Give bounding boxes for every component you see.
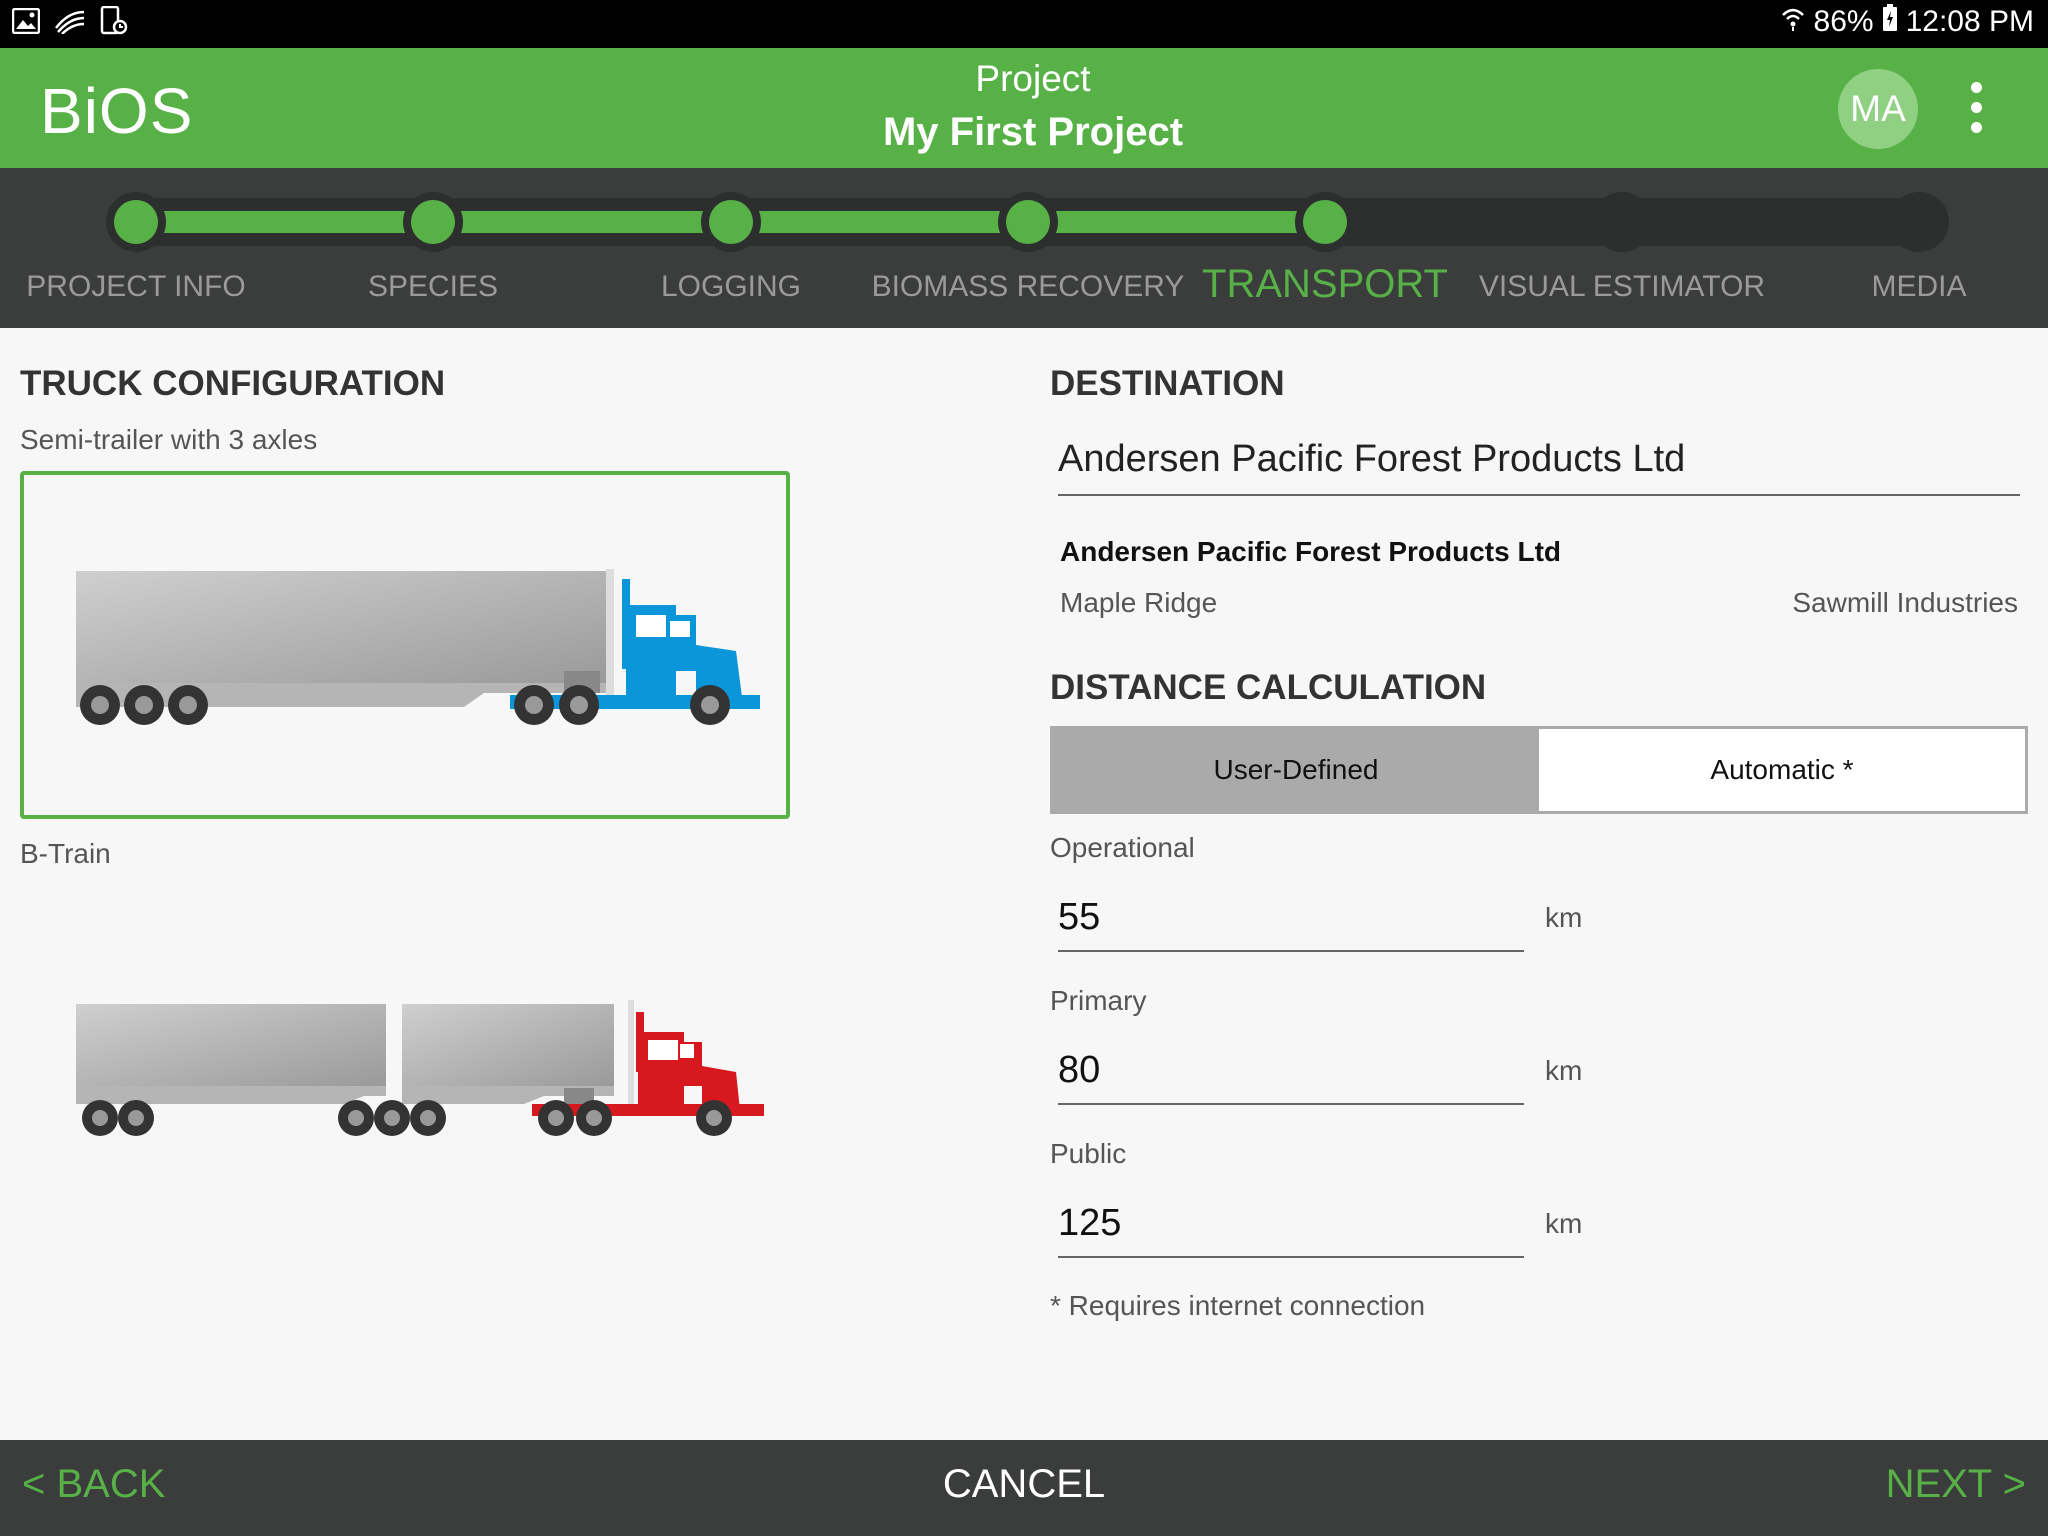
- primary-unit: km: [1545, 1055, 1583, 1086]
- truck-config-title: TRUCK CONFIGURATION: [20, 364, 446, 403]
- screen-record-icon: [100, 5, 128, 41]
- step-dot-biomass-recovery: [998, 192, 1058, 252]
- public-distance-input[interactable]: 125: [1058, 1202, 1524, 1258]
- truck-option-label-semi: Semi-trailer with 3 axles: [20, 424, 318, 455]
- public-unit: km: [1545, 1208, 1583, 1239]
- step-visual-estimator[interactable]: VISUAL ESTIMATOR: [1479, 270, 1765, 304]
- step-dot-logging: [701, 192, 761, 252]
- operational-unit: km: [1545, 902, 1583, 933]
- app-bar: BiOS Project My First Project MA: [0, 48, 2048, 168]
- battery-icon: [1882, 4, 1898, 40]
- battery-percent: 86%: [1813, 5, 1874, 38]
- avatar[interactable]: MA: [1838, 69, 1918, 149]
- step-dot-project-info: [106, 192, 166, 252]
- stepper-track: [106, 192, 1949, 252]
- distance-calc-title: DISTANCE CALCULATION: [1050, 668, 1487, 707]
- destination-result-type: Sawmill Industries: [1792, 587, 2018, 618]
- internet-note: * Requires internet connection: [1050, 1290, 1426, 1321]
- status-bar: 86% 12:08 PM: [0, 0, 2048, 48]
- main-content: TRUCK CONFIGURATION Semi-trailer with 3 …: [0, 328, 2048, 1440]
- clock: 12:08 PM: [1905, 5, 2034, 38]
- operational-label: Operational: [1050, 832, 1195, 863]
- b-train-truck-icon: [76, 1000, 764, 1136]
- more-vert-icon[interactable]: [1962, 80, 1990, 136]
- destination-input[interactable]: Andersen Pacific Forest Products Ltd: [1058, 438, 2020, 496]
- distance-mode-toggle: User-Defined Automatic *: [1050, 726, 2028, 814]
- step-media[interactable]: MEDIA: [1871, 270, 1966, 304]
- wifi-icon: [1780, 5, 1806, 39]
- destination-title: DESTINATION: [1050, 364, 1285, 403]
- semi-trailer-truck-icon: [76, 569, 760, 725]
- step-species[interactable]: SPECIES: [368, 270, 498, 304]
- gallery-icon: [11, 7, 41, 39]
- primary-distance-input[interactable]: 80: [1058, 1049, 1524, 1105]
- step-project-info[interactable]: PROJECT INFO: [26, 270, 245, 304]
- destination-result-name[interactable]: Andersen Pacific Forest Products Ltd: [1060, 536, 1561, 568]
- truck-option-semi-trailer[interactable]: [20, 471, 790, 819]
- mode-automatic-button[interactable]: Automatic *: [1539, 729, 2025, 811]
- swipe-icon: [54, 8, 86, 39]
- operational-distance-input[interactable]: 55: [1058, 896, 1524, 952]
- step-dot-visual-estimator: [1592, 192, 1652, 252]
- step-logging[interactable]: LOGGING: [661, 270, 801, 304]
- bottom-nav-bar: < BACK CANCEL NEXT >: [0, 1440, 2048, 1536]
- public-label: Public: [1050, 1138, 1127, 1169]
- next-button[interactable]: NEXT >: [1886, 1462, 2026, 1507]
- step-dot-media: [1889, 192, 1949, 252]
- truck-option-b-train[interactable]: [20, 888, 790, 1206]
- destination-result-location: Maple Ridge: [1060, 587, 1218, 618]
- step-dot-transport: [1295, 192, 1355, 252]
- truck-option-label-b-train: B-Train: [20, 838, 111, 869]
- progress-stepper: PROJECT INFO SPECIES LOGGING BIOMASS REC…: [0, 168, 2048, 328]
- step-transport[interactable]: TRANSPORT: [1202, 262, 1448, 307]
- mode-user-defined-button[interactable]: User-Defined: [1053, 729, 1539, 811]
- project-name: My First Project: [882, 110, 1184, 154]
- step-dot-species: [403, 192, 463, 252]
- primary-label: Primary: [1050, 985, 1147, 1016]
- cancel-button[interactable]: CANCEL: [0, 1462, 2048, 1507]
- step-biomass-recovery[interactable]: BIOMASS RECOVERY: [872, 270, 1185, 304]
- project-label: Project: [975, 58, 1091, 99]
